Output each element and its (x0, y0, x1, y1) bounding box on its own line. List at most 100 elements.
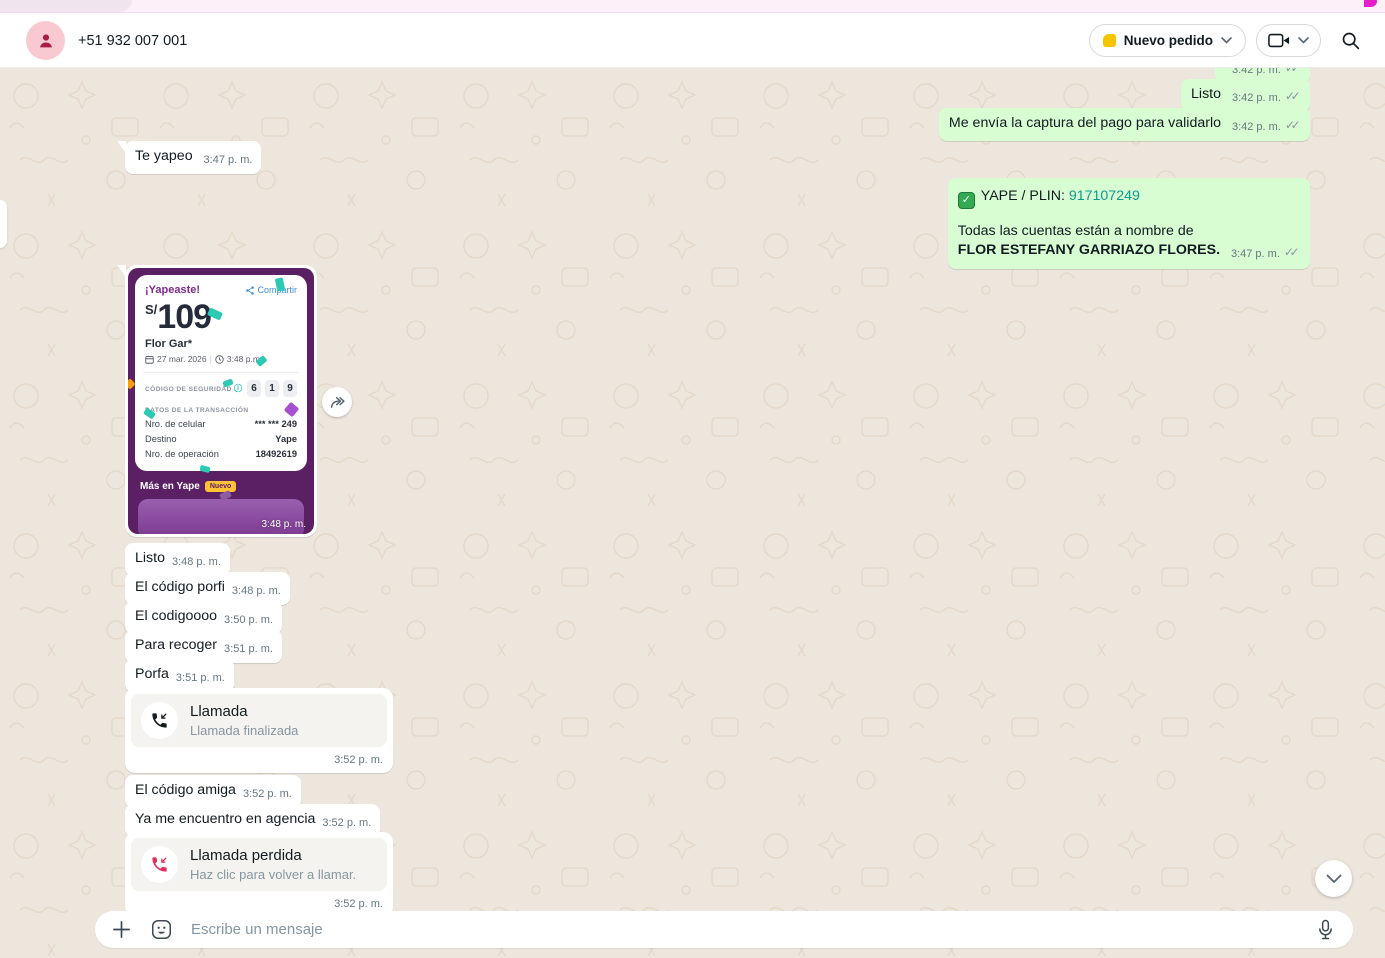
call-message-missed[interactable]: Llamada perdida Haz clic para volver a l… (125, 832, 393, 917)
contact-avatar[interactable] (26, 21, 65, 60)
check-mark-emoji: ✓ (958, 192, 975, 209)
message-input[interactable]: Escribe un mensaje (181, 921, 1305, 938)
receipt-title: ¡Yapeaste! (145, 284, 200, 296)
call-box: Llamada perdida Haz clic para volver a l… (131, 838, 387, 891)
missed-call-icon (150, 855, 169, 874)
receipt-card: ¡Yapeaste! Compartir S/109 Flor Gar* 27 … (135, 275, 307, 471)
transaction-data-label: DATOS DE LA TRANSACCIÓN (145, 407, 297, 414)
order-tag-icon (1103, 34, 1116, 47)
receipt-row: Nro. de celular*** *** 249 (145, 419, 297, 429)
security-digits: 6 1 9 (247, 380, 297, 397)
info-icon: ⓘ (234, 384, 242, 393)
receipt-date: 27 mar. 2026 (157, 354, 207, 364)
message-text: El código amiga (135, 782, 236, 798)
message-text: Ya me encuentro en agencia (135, 811, 315, 827)
call-icon-circle (141, 846, 178, 883)
message-time: 3:42 p. m. (1232, 92, 1281, 104)
image-message-time: 3:48 p. m. (262, 519, 306, 530)
delivered-ticks-icon: ✓✓ (1285, 118, 1301, 132)
message-text: Porfa (135, 666, 169, 682)
incoming-call-icon (150, 711, 169, 730)
microphone-icon (1317, 919, 1334, 940)
delivered-ticks-icon: ✓✓ (1285, 68, 1301, 75)
person-icon (35, 30, 57, 52)
digit: 9 (283, 380, 297, 397)
message-text: El codigoooo (135, 608, 217, 624)
message-text: Listo (135, 550, 165, 566)
phone-number-link[interactable]: 917107249 (1069, 188, 1140, 204)
message-text: Me envía la captura del pago para valida… (949, 115, 1221, 131)
message-time: 3:51 p. m. (224, 643, 273, 655)
message-time: 3:52 p. m. (131, 891, 387, 912)
digit: 1 (265, 380, 279, 397)
message-bubble: Me envía la captura del pago para valida… (939, 108, 1310, 141)
forward-button[interactable] (322, 387, 352, 417)
call-subtitle: Haz clic para volver a llamar. (190, 867, 356, 882)
attach-button[interactable] (101, 911, 141, 948)
amount-value: 109 (157, 298, 211, 336)
receipt-datetime: 27 mar. 2026 | 3:48 p.m. (145, 354, 297, 364)
call-title: Llamada (190, 703, 298, 720)
share-icon (246, 286, 254, 295)
video-call-dropdown[interactable] (1256, 24, 1321, 57)
sticker-smiley-icon (151, 919, 172, 940)
message-time: 3:52 p. m. (322, 817, 371, 829)
message-text: Todas las cuentas están a nombre de (958, 222, 1300, 241)
voice-record-button[interactable] (1305, 911, 1345, 948)
call-message-ended[interactable]: Llamada Llamada finalizada 3:52 p. m. (125, 688, 393, 773)
yape-plin-line: ✓ YAPE / PLIN: 917107249 (958, 187, 1300, 209)
message-composer: Escribe un mensaje (95, 911, 1353, 948)
message-time: 3:48 p. m. (232, 585, 281, 597)
currency-symbol: S/ (145, 302, 157, 317)
chevron-down-icon (1298, 37, 1309, 44)
message-bubble: Te yapeo 3:47 p. m. (125, 141, 261, 174)
new-order-dropdown[interactable]: Nuevo pedido (1089, 24, 1246, 57)
chevron-down-icon (1221, 37, 1232, 44)
clock-icon (215, 355, 224, 364)
cursor-blob (1364, 0, 1377, 7)
call-title: Llamada perdida (190, 847, 356, 864)
search-button[interactable] (1331, 22, 1369, 60)
chat-header: +51 932 007 001 Nuevo pedido (0, 13, 1385, 68)
message-time: 3:52 p. m. (243, 788, 292, 800)
emoji-button[interactable] (141, 911, 181, 948)
more-in-yape-label: Más en Yape (140, 481, 200, 492)
message-time: 3:52 p. m. (131, 747, 387, 768)
receipt-row: DestinoYape (145, 434, 297, 444)
plus-icon (112, 920, 131, 939)
message-text: YAPE / PLIN: (981, 188, 1065, 204)
message-time: 3:42 p. m. (1232, 121, 1281, 133)
message-text: El código porfi (135, 579, 225, 595)
receipt-row: Nro. de operación18492619 (145, 449, 297, 459)
message-text: Listo (1191, 86, 1221, 102)
share-button[interactable]: Compartir (246, 285, 297, 295)
search-icon (1340, 30, 1361, 51)
chat-area: 3:42 p. m. ✓✓ Listo 3:42 p. m. ✓✓ Me envía… (0, 68, 1385, 958)
message-text: Te yapeo (135, 148, 193, 164)
call-icon-circle (141, 702, 178, 739)
delivered-ticks-icon: ✓✓ (1285, 89, 1301, 103)
message-time: 3:51 p. m. (176, 672, 225, 684)
image-message-yape-receipt[interactable]: ¡Yapeaste! Compartir S/109 Flor Gar* 27 … (125, 265, 317, 537)
new-badge: Nuevo (205, 481, 236, 492)
message-text: Para recoger (135, 637, 217, 653)
message-time: 3:50 p. m. (224, 614, 273, 626)
digit: 6 (247, 380, 261, 397)
video-camera-icon (1268, 33, 1290, 48)
message-bubble: ✓ YAPE / PLIN: 917107249 Todas las cuenta… (948, 178, 1310, 269)
call-subtitle: Llamada finalizada (190, 723, 298, 738)
message-time: 3:47 p. m. (1231, 248, 1280, 260)
yape-receipt-image: ¡Yapeaste! Compartir S/109 Flor Gar* 27 … (128, 268, 314, 534)
contact-phone-title[interactable]: +51 932 007 001 (78, 13, 187, 68)
calendar-icon (145, 355, 154, 364)
confetti (199, 465, 210, 473)
message-time: 3:42 p. m. (1232, 68, 1281, 76)
delivered-ticks-icon: ✓✓ (1284, 245, 1300, 259)
message-time: 3:48 p. m. (172, 556, 221, 568)
left-edge-panel-handle[interactable] (0, 200, 7, 248)
scroll-to-bottom-button[interactable] (1315, 860, 1352, 897)
divider (143, 372, 299, 373)
new-order-label: Nuevo pedido (1124, 33, 1213, 48)
account-holder-name: FLOR ESTEFANY GARRIAZO FLORES. (958, 242, 1220, 258)
separator: | (210, 354, 212, 364)
